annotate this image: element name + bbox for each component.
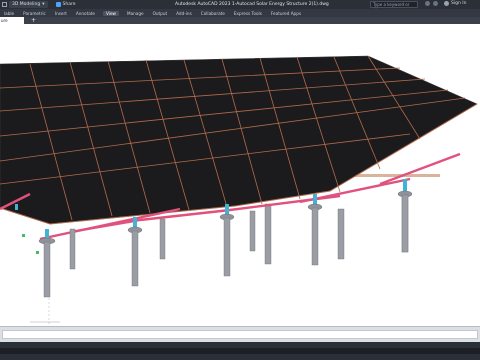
clamp xyxy=(403,179,407,191)
post xyxy=(159,218,166,260)
search-input[interactable]: Type a keyword or phrase xyxy=(370,1,418,13)
status-band xyxy=(0,348,480,354)
workspace-label: 3D Modeling xyxy=(12,2,41,7)
help-icon[interactable] xyxy=(433,1,438,6)
chevron-down-icon: ▾ xyxy=(42,2,45,7)
ribbon-tabs: lable Parametric Insert Annotate View Ma… xyxy=(0,9,480,17)
new-tab-icon[interactable]: + xyxy=(31,17,36,24)
tab-view[interactable]: View xyxy=(103,10,119,16)
post xyxy=(249,210,256,252)
post xyxy=(223,217,231,277)
tab-express-tools[interactable]: Express Tools xyxy=(233,11,263,16)
ground-markers xyxy=(22,234,39,254)
marker xyxy=(22,234,25,237)
rear-posts xyxy=(264,193,409,265)
drawing-viewport[interactable] xyxy=(0,24,480,326)
solar-structure-drawing xyxy=(0,55,478,326)
post xyxy=(337,208,345,260)
post xyxy=(69,228,76,270)
document-tabs: ure 2x(1)*× + xyxy=(0,17,480,30)
post xyxy=(401,194,409,253)
quick-access: 3D Modeling ▾ Share xyxy=(2,1,76,8)
title-bar: 3D Modeling ▾ Share Autodesk AutoCAD 202… xyxy=(0,0,480,13)
share-icon xyxy=(55,2,61,7)
sign-in-label: Sign In xyxy=(451,1,467,6)
tab-manage[interactable]: Manage xyxy=(126,11,145,16)
tab-parametric[interactable]: Parametric xyxy=(22,11,47,16)
tab-output[interactable]: Output xyxy=(152,11,169,16)
workspace-switcher[interactable]: 3D Modeling ▾ xyxy=(9,1,48,8)
marker xyxy=(36,251,39,254)
tab-add-ins[interactable]: Add-ins xyxy=(175,11,193,16)
command-line xyxy=(0,326,480,342)
document-tab[interactable]: ure 2x(1)*× xyxy=(0,17,24,30)
share-button[interactable]: Share xyxy=(55,2,76,7)
tab-insert[interactable]: Insert xyxy=(54,11,68,16)
post xyxy=(264,203,272,265)
tab-collaborate[interactable]: Collaborate xyxy=(200,11,226,16)
help-icons xyxy=(425,1,438,6)
sign-in-button[interactable]: Sign In xyxy=(444,1,466,6)
clamp xyxy=(15,204,18,210)
command-input[interactable] xyxy=(2,330,478,339)
share-label: Share xyxy=(62,2,76,7)
status-bar xyxy=(0,342,480,360)
tab-annotate[interactable]: Annotate xyxy=(75,11,96,16)
post xyxy=(43,241,51,298)
window-title: Autodesk AutoCAD 2023 1-Autocad Solar En… xyxy=(175,2,329,7)
app-menu-icon[interactable] xyxy=(2,2,7,7)
post xyxy=(131,230,139,287)
user-icon xyxy=(444,1,449,6)
tab-lable[interactable]: lable xyxy=(3,11,15,16)
tab-featured-apps[interactable]: Featured Apps xyxy=(270,11,302,16)
clamp xyxy=(133,217,137,227)
post xyxy=(311,207,319,266)
cart-icon[interactable] xyxy=(425,1,430,6)
